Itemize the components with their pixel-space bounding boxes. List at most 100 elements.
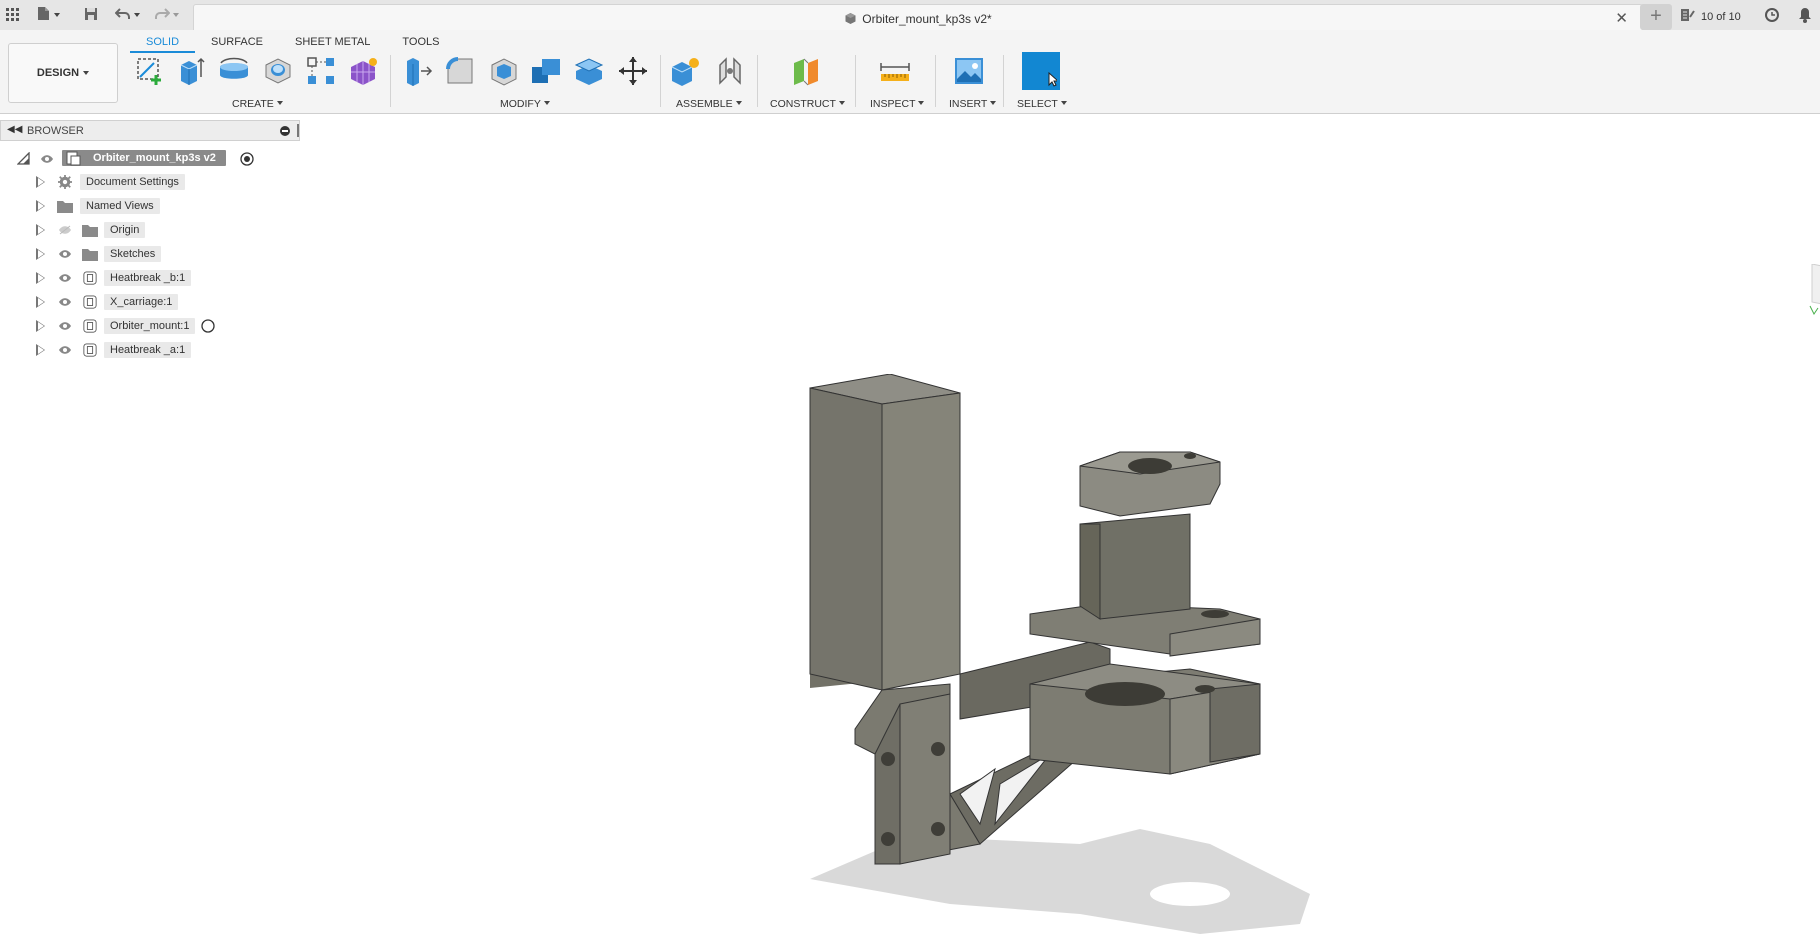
fillet-icon[interactable] [441, 52, 479, 90]
view-cube[interactable] [1808, 264, 1820, 324]
expand-triangle-icon[interactable] [36, 248, 45, 260]
minimize-icon[interactable] [280, 126, 290, 136]
browser-root-label[interactable]: Orbiter_mount_kp3s v2 [62, 150, 226, 166]
joint-icon[interactable] [711, 52, 749, 90]
create-group-menu[interactable]: CREATE [232, 98, 283, 110]
expand-triangle-icon[interactable] [36, 224, 45, 236]
workspace-switcher[interactable]: DESIGN [8, 43, 118, 103]
file-icon [37, 6, 50, 24]
chevron-down-icon [54, 13, 60, 17]
folder-icon [82, 249, 98, 261]
document-component-icon [66, 151, 81, 166]
expand-triangle-icon[interactable] [36, 272, 45, 284]
eye-icon[interactable] [58, 321, 72, 331]
3d-viewport[interactable] [0, 114, 1820, 934]
file-menu-button[interactable] [37, 5, 60, 25]
component-icon [83, 319, 97, 333]
component-icon [83, 295, 97, 309]
ribbon-separator [660, 55, 661, 107]
select-icon[interactable] [1022, 52, 1060, 90]
close-icon[interactable]: ✕ [1615, 9, 1628, 27]
extrude-icon[interactable] [172, 52, 210, 90]
create-group-label: CREATE [232, 98, 274, 110]
insert-group-label: INSERT [949, 98, 988, 110]
inspect-group-menu[interactable]: INSPECT [870, 98, 925, 110]
insert-group-menu[interactable]: INSERT [949, 98, 997, 110]
assemble-group-menu[interactable]: ASSEMBLE [676, 98, 742, 110]
expand-triangle-icon[interactable] [36, 344, 45, 356]
redo-button[interactable] [154, 5, 179, 25]
eye-icon[interactable] [58, 297, 72, 307]
plus-icon[interactable]: + [1640, 4, 1672, 30]
workspace-label: DESIGN [36, 67, 80, 79]
expand-triangle-icon[interactable] [36, 200, 45, 212]
browser-item-label[interactable]: Document Settings [80, 174, 185, 190]
tab-sheet-metal[interactable]: SHEET METAL [279, 35, 386, 53]
tab-tools[interactable]: TOOLS [386, 35, 455, 53]
tab-surface[interactable]: SURFACE [195, 35, 279, 53]
browser-item-label[interactable]: Heatbreak _b:1 [104, 270, 192, 286]
chevron-down-icon [838, 101, 845, 105]
inspect-group-label: INSPECT [870, 98, 916, 110]
browser-item-label[interactable]: X_carriage:1 [104, 294, 179, 310]
browser-item-label[interactable]: Named Views [80, 198, 160, 214]
chevron-down-icon [543, 101, 550, 105]
eye-icon[interactable] [58, 249, 72, 259]
versions-label: 10 of 10 [1701, 10, 1741, 23]
press-pull-icon[interactable] [399, 52, 437, 90]
eye-icon[interactable] [40, 154, 54, 164]
modify-group-menu[interactable]: MODIFY [500, 98, 550, 110]
chevron-down-icon [173, 13, 179, 17]
active-radio-icon[interactable] [240, 152, 254, 166]
browser-item-label[interactable]: Heatbreak _a:1 [104, 342, 192, 358]
offset-face-icon[interactable] [570, 52, 608, 90]
eye-icon[interactable] [58, 273, 72, 283]
undo-button[interactable] [114, 5, 140, 25]
apps-grid-icon[interactable] [6, 5, 20, 25]
move-icon[interactable] [614, 52, 652, 90]
gear-icon [58, 175, 72, 189]
expand-triangle-icon[interactable] [36, 296, 45, 308]
measure-icon[interactable] [876, 52, 914, 90]
chevron-down-icon [1060, 101, 1067, 105]
chevron-down-icon [276, 101, 283, 105]
collapse-panel-icon[interactable]: ◀◀ [7, 124, 22, 135]
document-title-text: Orbiter_mount_kp3s v2* [862, 12, 992, 26]
select-group-label: SELECT [1017, 98, 1058, 110]
browser-panel-header: ◀◀ BROWSER [0, 120, 300, 141]
select-group-menu[interactable]: SELECT [1017, 98, 1067, 110]
combine-icon[interactable] [528, 52, 566, 90]
component-icon [83, 343, 97, 357]
offset-plane-icon[interactable] [787, 52, 825, 90]
new-component-icon[interactable] [666, 52, 704, 90]
save-icon [84, 7, 98, 24]
browser-item-label[interactable]: Sketches [104, 246, 162, 262]
hole-icon[interactable] [259, 52, 297, 90]
bell-icon[interactable] [1798, 7, 1812, 26]
expand-triangle-icon[interactable] [36, 176, 45, 188]
shell-icon[interactable] [485, 52, 523, 90]
orbiter-mount-model[interactable] [780, 374, 1370, 934]
collapse-triangle-icon[interactable] [17, 152, 30, 165]
pattern-icon[interactable] [302, 52, 340, 90]
pin-icon[interactable] [297, 124, 299, 137]
eye-hidden-icon[interactable] [58, 225, 72, 235]
construct-group-menu[interactable]: CONSTRUCT [770, 98, 845, 110]
expand-triangle-icon[interactable] [36, 320, 45, 332]
insert-image-icon[interactable] [950, 52, 988, 90]
ribbon-separator [1003, 55, 1004, 107]
browser-item-label[interactable]: Orbiter_mount:1 [104, 318, 196, 334]
activate-radio-icon[interactable] [201, 319, 215, 333]
eye-icon[interactable] [58, 345, 72, 355]
job-status-button[interactable]: 10 of 10 [1680, 8, 1741, 25]
save-button[interactable] [84, 5, 98, 25]
component-icon [83, 271, 97, 285]
revolve-icon[interactable] [215, 52, 253, 90]
document-tab[interactable]: Orbiter_mount_kp3s v2* ✕ [193, 4, 1643, 32]
ribbon-tabs: SOLID SURFACE SHEET METAL TOOLS [130, 35, 455, 53]
browser-item-label[interactable]: Origin [104, 222, 146, 238]
create-sketch-icon[interactable] [131, 52, 169, 90]
clock-icon[interactable] [1764, 7, 1780, 26]
create-form-icon[interactable] [344, 52, 382, 90]
tab-solid[interactable]: SOLID [130, 35, 196, 53]
